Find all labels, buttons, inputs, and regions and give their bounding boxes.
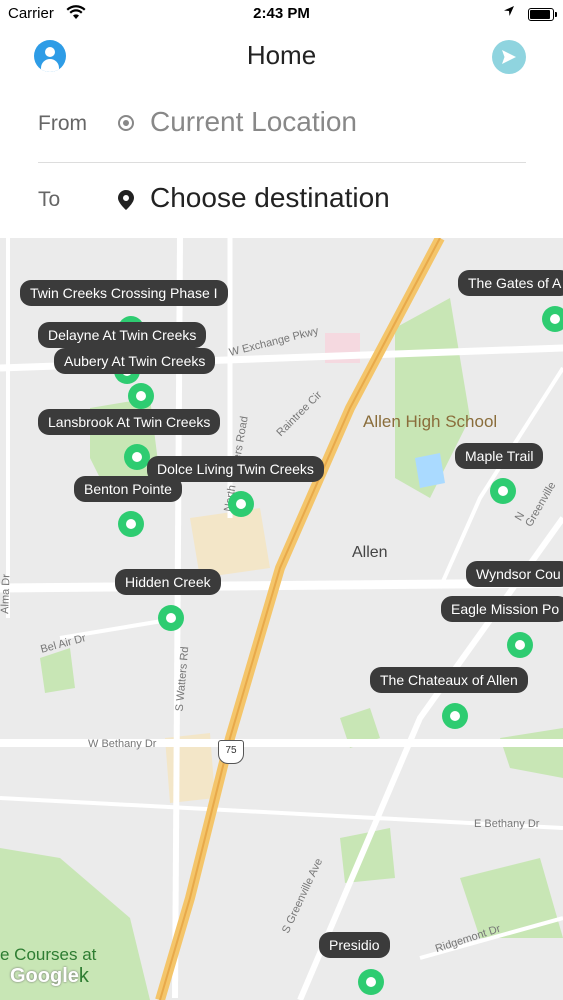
to-value[interactable]: Choose destination <box>150 182 390 214</box>
community-marker[interactable] <box>507 632 533 658</box>
community-tooltip[interactable]: Maple Trail <box>455 443 544 469</box>
status-bar: Carrier 2:43 PM <box>0 0 563 30</box>
community-marker[interactable] <box>542 306 563 332</box>
us-75-shield-icon: 75 <box>218 740 244 764</box>
battery-icon <box>528 8 557 21</box>
send-icon <box>502 50 516 64</box>
from-field[interactable]: From Current Location <box>38 94 526 154</box>
community-marker[interactable] <box>228 491 254 517</box>
community-tooltip[interactable]: Presidio <box>319 932 390 958</box>
google-logo-suffix: k <box>78 965 89 987</box>
community-marker[interactable] <box>118 511 144 537</box>
google-logo: Googlek <box>10 965 89 988</box>
golf-courses-label: e Courses at <box>0 945 97 964</box>
send-button[interactable] <box>492 40 526 74</box>
field-divider <box>38 162 526 163</box>
community-marker[interactable] <box>358 969 384 995</box>
current-location-icon <box>118 115 134 131</box>
w-bethany-dr-label: W Bethany Dr <box>88 738 157 750</box>
community-tooltip[interactable]: Twin Creeks Crossing Phase I <box>20 280 228 306</box>
map-view[interactable]: Allen High School Allen W Exchange Pkwy … <box>0 238 563 1000</box>
community-tooltip[interactable]: Hidden Creek <box>115 569 221 595</box>
header: Home <box>0 30 563 82</box>
to-label: To <box>38 188 61 211</box>
community-tooltip[interactable]: The Gates of A <box>458 270 563 296</box>
from-label: From <box>38 112 87 135</box>
allen-high-school-label: Allen High School <box>363 412 498 431</box>
community-marker[interactable] <box>490 478 516 504</box>
community-tooltip[interactable]: Aubery At Twin Creeks <box>54 348 216 374</box>
allen-city-label: Allen <box>352 544 388 561</box>
community-marker[interactable] <box>442 703 468 729</box>
status-time: 2:43 PM <box>253 5 310 22</box>
community-tooltip[interactable]: Lansbrook At Twin Creeks <box>38 409 221 435</box>
community-tooltip[interactable]: Wyndsor Cou <box>466 561 563 587</box>
e-bethany-dr-label: E Bethany Dr <box>474 818 540 830</box>
location-arrow-icon <box>503 4 515 21</box>
to-field[interactable]: To Choose destination <box>38 170 526 230</box>
community-tooltip[interactable]: Eagle Mission Po <box>441 596 563 622</box>
community-tooltip[interactable]: Delayne At Twin Creeks <box>38 322 207 348</box>
community-marker[interactable] <box>128 383 154 409</box>
map-pin-icon <box>118 190 134 215</box>
community-marker[interactable] <box>158 605 184 631</box>
alma-dr-label: Alma Dr <box>0 573 13 615</box>
community-tooltip[interactable]: Benton Pointe <box>74 476 182 502</box>
page-title: Home <box>246 40 317 70</box>
google-logo-text: Google <box>10 965 79 987</box>
community-tooltip[interactable]: The Chateaux of Allen <box>370 667 528 693</box>
from-value[interactable]: Current Location <box>150 106 357 138</box>
